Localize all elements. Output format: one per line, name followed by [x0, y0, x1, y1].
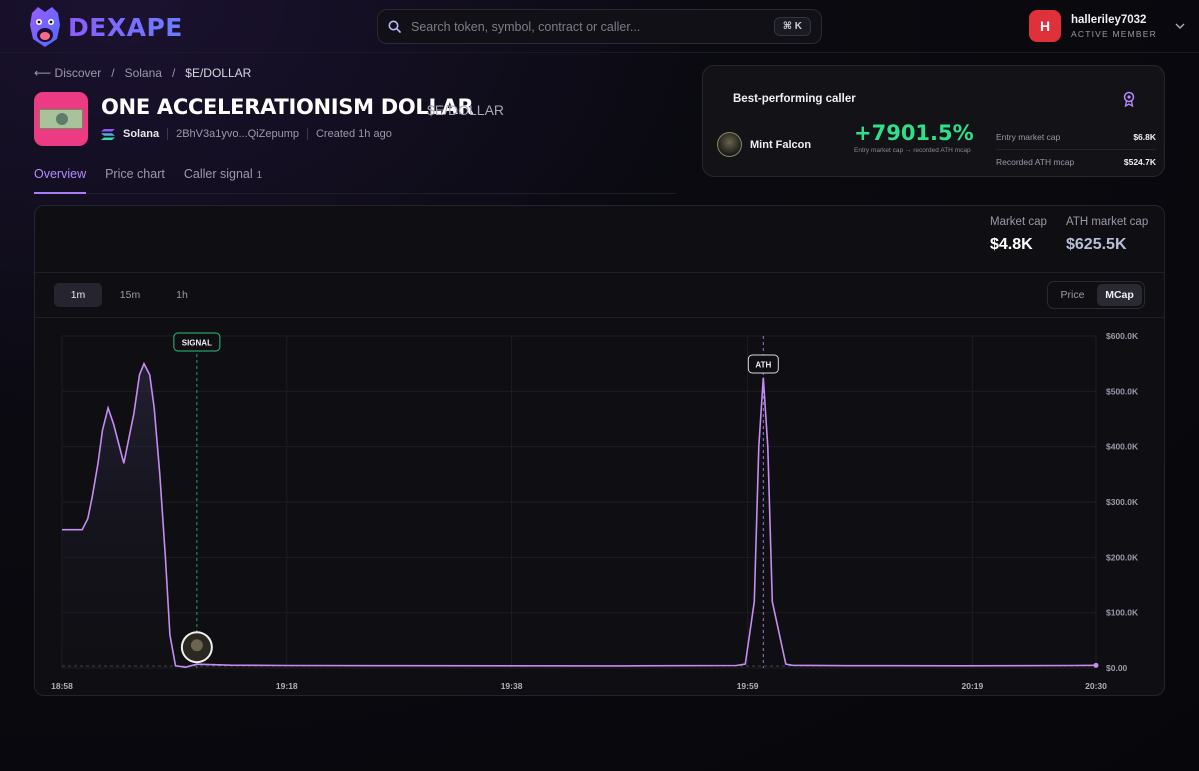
- top-bar: DEXAPE ⌘ K H halleriley7032 ACTIVE MEMBE…: [0, 0, 1199, 53]
- y-tick-label: $100.0K: [1106, 608, 1139, 618]
- tab-price-chart[interactable]: Price chart: [105, 167, 165, 194]
- market-cap-stat: Market cap $4.8K: [990, 216, 1047, 254]
- logo[interactable]: DEXAPE: [26, 5, 183, 49]
- tab-bar: Overview Price chart Caller signal 1: [34, 167, 676, 194]
- y-tick-label: $200.0K: [1106, 552, 1139, 562]
- search-input[interactable]: [411, 19, 774, 34]
- y-tick-label: $300.0K: [1106, 497, 1139, 507]
- ape-logo-icon: [30, 7, 60, 47]
- caller-gain: +7901.5%: [854, 121, 974, 145]
- chart-panel: Market cap $4.8K ATH market cap $625.5K …: [34, 205, 1165, 696]
- timeframe-15m[interactable]: 15m: [106, 283, 154, 307]
- timeframe-1m[interactable]: 1m: [54, 283, 102, 307]
- market-cap-label: Market cap: [990, 216, 1047, 228]
- stat-row-entry: Entry market cap $6.8K: [996, 124, 1156, 149]
- y-tick-label: $0.00: [1106, 663, 1128, 673]
- breadcrumb: ⟵ Discover / Solana / $E/DOLLAR: [34, 66, 251, 80]
- chevron-down-icon[interactable]: [1175, 22, 1185, 30]
- stat-value: $6.8K: [1133, 131, 1156, 142]
- x-tick-label: 19:38: [501, 681, 523, 691]
- y-tick-label: $600.0K: [1106, 331, 1139, 341]
- tab-label: Overview: [34, 167, 87, 181]
- ath-market-cap-stat: ATH market cap $625.5K: [1066, 216, 1148, 254]
- series-area: [62, 363, 176, 668]
- token-contract[interactable]: 2BhV3a1yvo...QiZepump: [176, 128, 299, 140]
- user-menu[interactable]: H halleriley7032 ACTIVE MEMBER: [1029, 10, 1185, 42]
- last-point-dot: [1093, 662, 1099, 668]
- chart-axis-ticks: $600.0K $500.0K $400.0K $300.0K $200.0K $100.…: [51, 331, 1139, 691]
- token-symbol: $E/DOLLAR: [427, 102, 505, 118]
- chart-annotations: SIGNAL ATH: [173, 332, 1099, 668]
- timeframe-1h[interactable]: 1h: [158, 283, 206, 307]
- x-tick-label: 20:19: [961, 681, 983, 691]
- mode-price-button[interactable]: Price: [1050, 284, 1095, 306]
- x-tick-label: 18:58: [51, 681, 73, 691]
- best-caller-card: Best-performing caller Mint Falcon +7901…: [702, 65, 1165, 177]
- timeframe-selector: 1m 15m 1h: [54, 283, 206, 307]
- annotation-label: SIGNAL: [182, 339, 212, 348]
- user-role: ACTIVE MEMBER: [1071, 28, 1157, 39]
- mcap-line-chart[interactable]: $600.0K $500.0K $400.0K $300.0K $200.0K $100.…: [35, 318, 1165, 696]
- avatar[interactable]: H: [1029, 10, 1061, 42]
- chart-mode-toggle: Price MCap: [1047, 281, 1145, 309]
- tab-label: Caller signal: [183, 167, 253, 181]
- caller-name[interactable]: Mint Falcon: [750, 139, 811, 151]
- chart-grid: [61, 335, 1097, 669]
- stat-value: $524.7K: [1123, 157, 1156, 167]
- annotation-label: ATH: [755, 361, 771, 370]
- divider: [35, 272, 1164, 273]
- caller-gain-note: Entry market cap → recorded ATH mcap: [854, 147, 971, 154]
- market-cap-value: $4.8K: [990, 236, 1033, 253]
- search-bar[interactable]: ⌘ K: [377, 9, 822, 44]
- caller-avatar[interactable]: [717, 132, 742, 157]
- breadcrumb-chain-link[interactable]: Solana: [125, 66, 162, 80]
- token-created: Created 1h ago: [315, 128, 392, 140]
- breadcrumb-back-link[interactable]: ⟵ Discover: [34, 66, 101, 80]
- caller-stats: Entry market cap $6.8K Recorded ATH mcap…: [996, 124, 1156, 174]
- series-line: [62, 361, 1097, 669]
- solana-icon: [101, 128, 115, 140]
- y-tick-label: $500.0K: [1106, 386, 1139, 396]
- search-icon: [388, 20, 401, 33]
- search-shortcut-badge: ⌘ K: [773, 17, 811, 36]
- x-tick-label: 19:18: [276, 681, 298, 691]
- page-title: ONE ACCELERATIONISM DOLLAR: [101, 95, 474, 119]
- tab-label: Price chart: [105, 167, 165, 181]
- breadcrumb-separator: /: [111, 66, 115, 80]
- tab-overview[interactable]: Overview: [34, 167, 87, 194]
- caller-marker-face: [190, 639, 203, 652]
- breadcrumb-separator: /: [171, 66, 176, 80]
- stat-row-ath: Recorded ATH mcap $524.7K: [996, 149, 1156, 174]
- token-image: [34, 92, 88, 146]
- x-tick-label: 19:59: [737, 681, 759, 691]
- x-tick-label: 20:30: [1085, 681, 1107, 691]
- award-icon: [1123, 91, 1135, 107]
- token-meta: Solana 2BhV3a1yvo...QiZepump Created 1h …: [101, 128, 392, 140]
- divider: [306, 128, 308, 140]
- stat-label: Recorded ATH mcap: [996, 157, 1075, 167]
- card-title: Best-performing caller: [733, 93, 856, 105]
- username: halleriley7032: [1071, 13, 1147, 26]
- y-tick-label: $400.0K: [1106, 442, 1139, 452]
- brand-name: DEXAPE: [68, 12, 183, 42]
- mode-mcap-button[interactable]: MCap: [1097, 284, 1142, 306]
- tab-count-badge: 1: [256, 170, 263, 181]
- breadcrumb-current: $E/DOLLAR: [185, 66, 252, 80]
- ath-market-cap-value: $625.5K: [1066, 236, 1127, 253]
- token-chain: Solana: [123, 128, 160, 140]
- stat-label: Entry market cap: [996, 131, 1061, 142]
- tab-caller-signal[interactable]: Caller signal 1: [184, 167, 262, 194]
- divider: [167, 128, 169, 140]
- ath-market-cap-label: ATH market cap: [1066, 216, 1149, 228]
